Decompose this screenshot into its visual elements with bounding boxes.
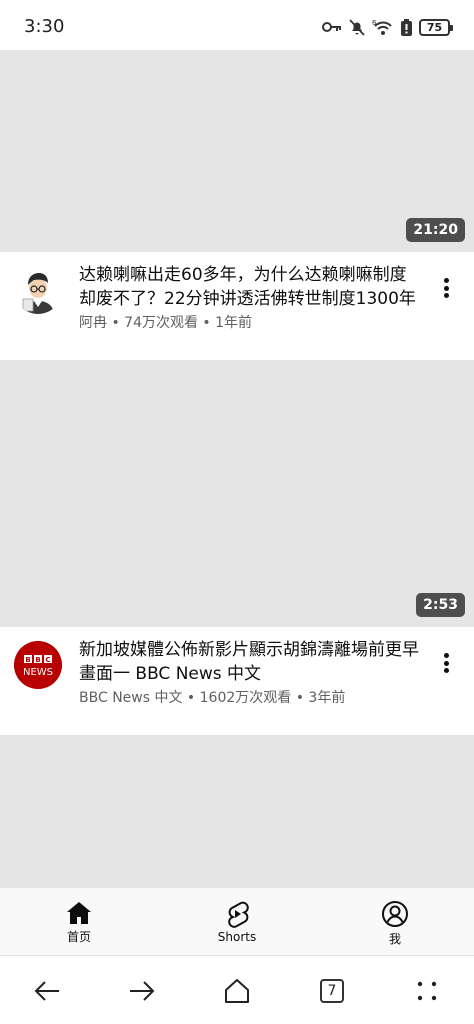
arrow-right-icon: [130, 981, 155, 1001]
svg-text:NEWS: NEWS: [23, 667, 53, 678]
duration-badge: 2:53: [416, 593, 465, 617]
more-options-icon[interactable]: [434, 651, 458, 675]
channel-avatar[interactable]: [14, 266, 62, 314]
wifi-6-icon: 6: [372, 19, 392, 35]
back-button[interactable]: [30, 974, 64, 1008]
cartoon-man-avatar: [14, 266, 62, 314]
shorts-icon: [228, 901, 249, 928]
dots-grid-icon: [417, 981, 437, 1001]
tab-me-label: 我: [388, 932, 401, 946]
video-title[interactable]: 新加坡媒體公佈新影片顯示胡錦濤離場前更早畫面一 BBC News 中文: [79, 638, 419, 686]
video-meta: BBC News 中文 • 1602万次观看 • 3年前: [79, 690, 346, 706]
tab-me[interactable]: 我: [350, 900, 440, 947]
video-thumbnail[interactable]: 2:53: [0, 360, 474, 627]
tab-home[interactable]: 首页: [34, 900, 124, 945]
svg-text:C: C: [45, 656, 50, 664]
tab-count-badge: 7: [320, 979, 344, 1003]
svg-text:B: B: [35, 656, 40, 664]
tab-shorts-label: Shorts: [217, 930, 257, 944]
tab-home-label: 首页: [66, 930, 91, 944]
svg-text:B: B: [25, 656, 30, 664]
battery-icon: 75: [419, 18, 453, 36]
tab-shorts[interactable]: Shorts: [192, 900, 282, 944]
home-outline-icon: [225, 979, 249, 1003]
forward-button[interactable]: [125, 974, 159, 1008]
video-thumbnail[interactable]: [0, 735, 474, 887]
browser-menu-button[interactable]: [410, 974, 444, 1008]
video-meta: 阿冉 • 74万次观看 • 1年前: [79, 315, 253, 331]
home-button[interactable]: [220, 974, 254, 1008]
video-title[interactable]: 达赖喇嘛出走60多年，为什么达赖喇嘛制度却废不了？22分钟讲透活佛转世制度130…: [79, 263, 419, 311]
status-icons: 6 75: [322, 16, 453, 38]
video-info[interactable]: B B C NEWS 新加坡媒體公佈新影片顯示胡錦濤離場前更早畫面一 BBC N…: [0, 627, 474, 735]
video-info[interactable]: 达赖喇嘛出走60多年，为什么达赖喇嘛制度却废不了？22分钟讲透活佛转世制度130…: [0, 252, 474, 360]
status-bar: 3:30 6 75: [0, 0, 474, 50]
svg-text:6: 6: [372, 19, 377, 27]
youtube-bottom-nav: 首页 Shorts 我: [0, 887, 474, 955]
battery-alert-icon: [401, 18, 412, 36]
duration-badge: 21:20: [406, 218, 465, 242]
bbc-news-avatar: B B C NEWS: [14, 641, 62, 689]
key-icon: [322, 22, 341, 32]
browser-toolbar: 7: [0, 955, 474, 1024]
home-filled-icon: [67, 902, 91, 924]
tabs-button[interactable]: 7: [315, 974, 349, 1008]
arrow-left-icon: [34, 981, 59, 1001]
more-options-icon[interactable]: [434, 276, 458, 300]
bell-off-icon: [349, 18, 365, 36]
video-thumbnail[interactable]: 21:20: [0, 50, 474, 252]
account-icon: [382, 901, 408, 927]
channel-avatar[interactable]: B B C NEWS: [14, 641, 62, 689]
status-time: 3:30: [24, 16, 65, 37]
